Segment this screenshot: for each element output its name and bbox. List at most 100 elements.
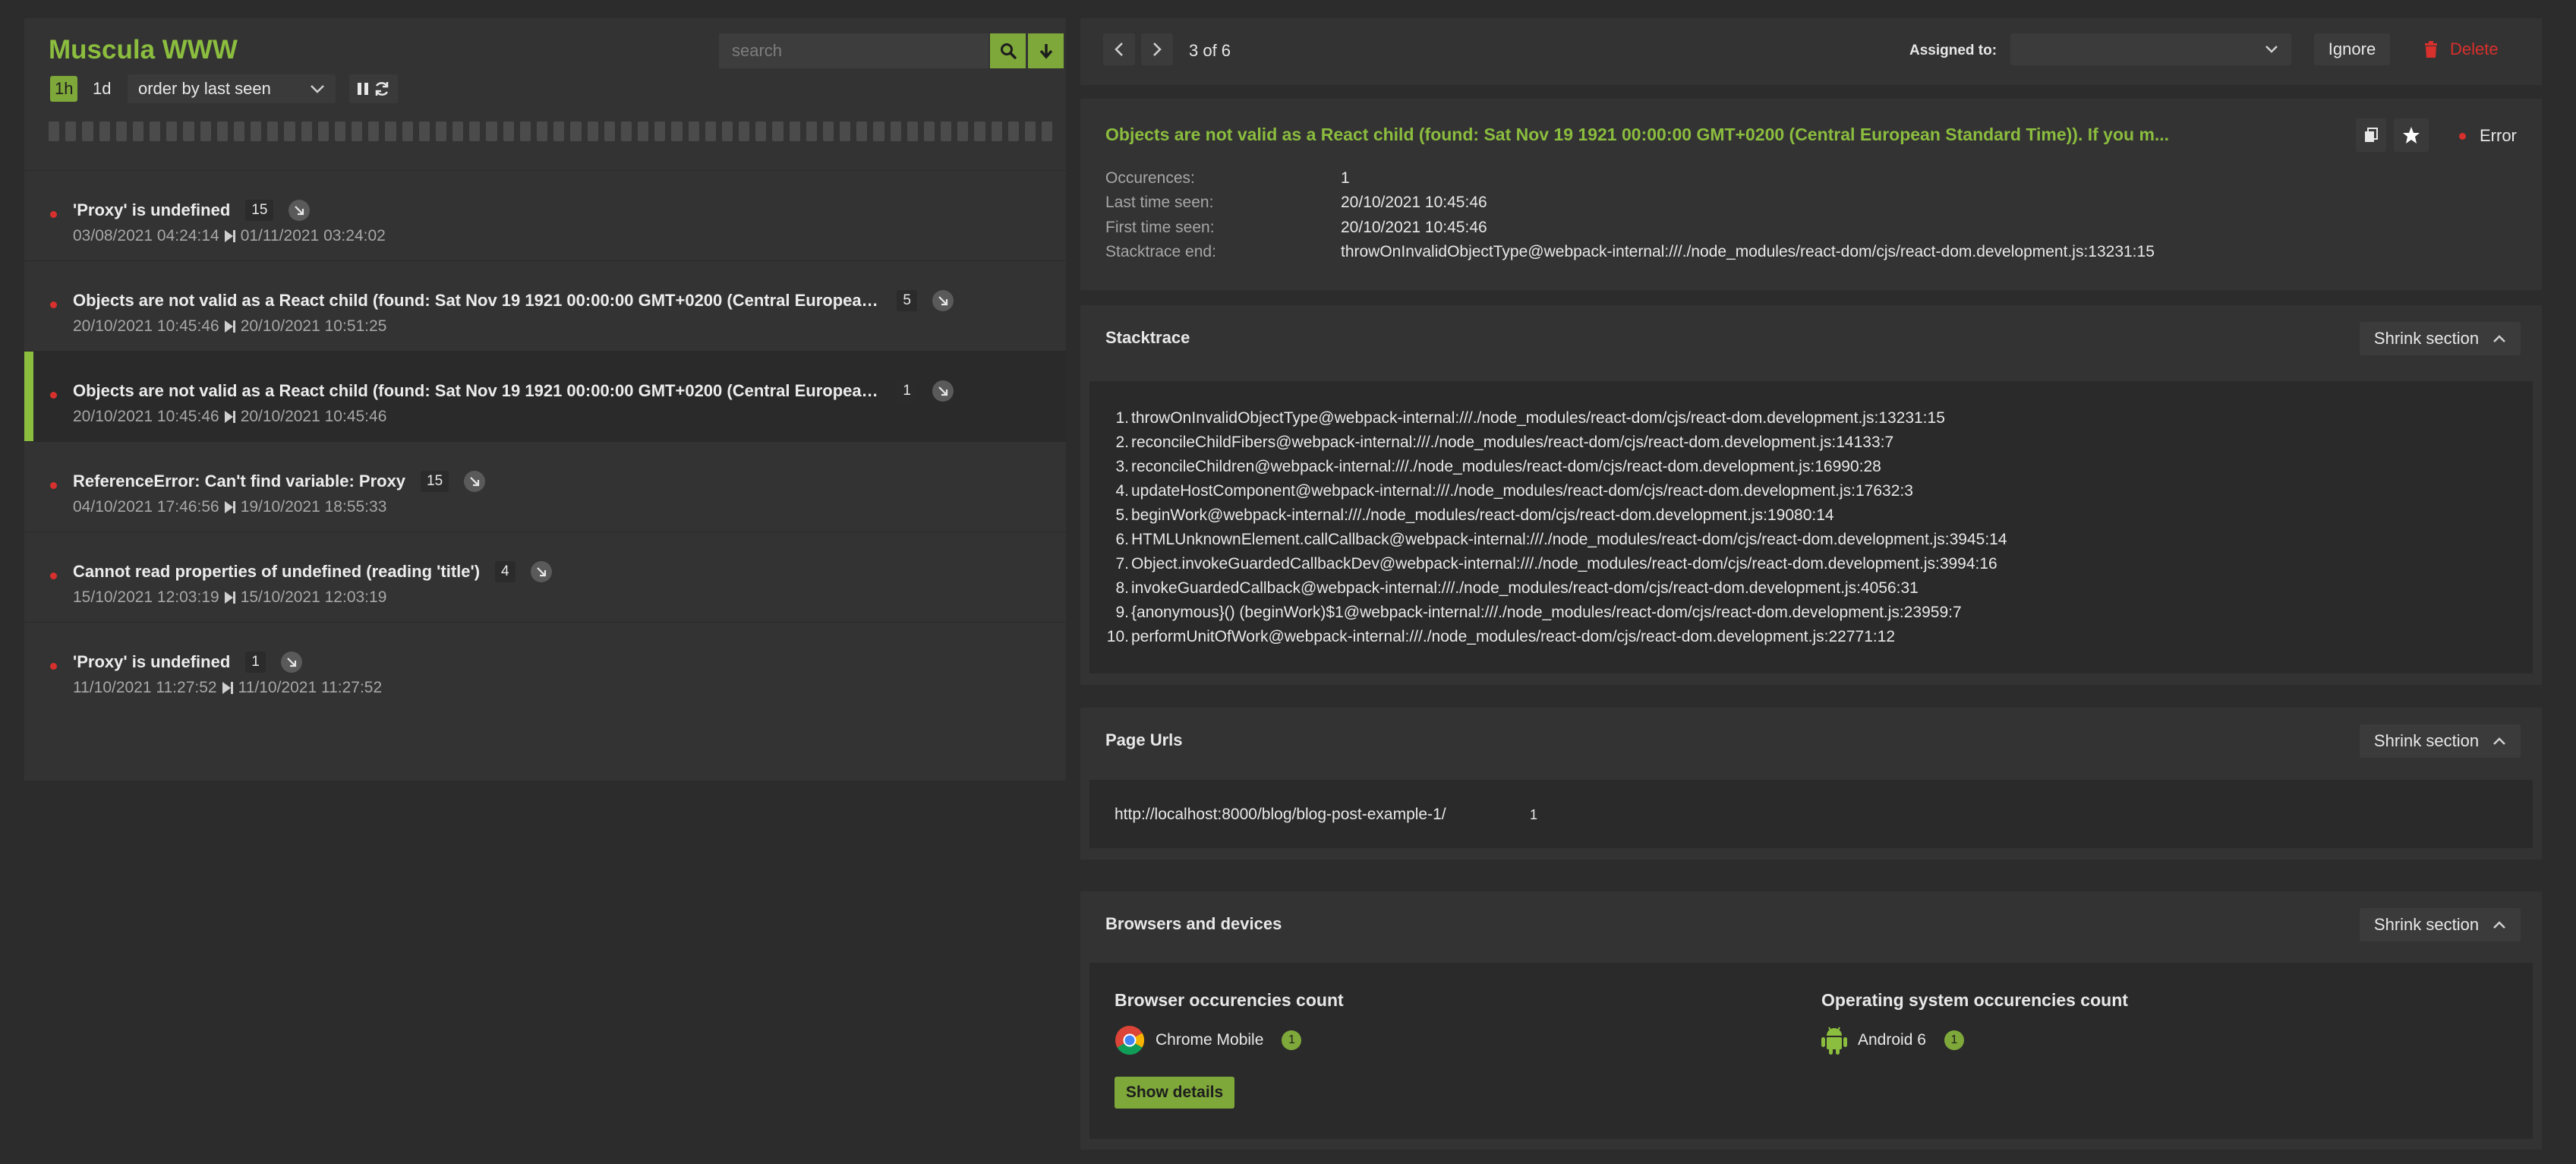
- chevron-right-icon: [1153, 43, 1162, 56]
- shrink-label: Shrink section: [2373, 329, 2480, 348]
- range-1h-button[interactable]: 1h: [50, 76, 78, 102]
- stacktrace-box: throwOnInvalidObjectType@webpack-interna…: [1089, 381, 2533, 673]
- order-select-value: order by last seen: [138, 79, 271, 98]
- arrow-down-right-icon[interactable]: [932, 290, 954, 311]
- timeline-block: [150, 121, 161, 141]
- arrow-down-right-icon[interactable]: [280, 651, 302, 673]
- first-seen-date: 20/10/2021 10:45:46: [73, 408, 219, 425]
- os-count-badge: 1: [1944, 1030, 1964, 1050]
- meta-key: First time seen:: [1105, 219, 1215, 236]
- issue-row-dates: 04/10/2021 17:46:56 19/10/2021 18:55:33: [73, 498, 386, 516]
- order-select[interactable]: order by last seen: [128, 74, 336, 103]
- section-title: Browsers and devices: [1105, 914, 1282, 933]
- last-seen-date: 15/10/2021 12:03:19: [240, 588, 387, 606]
- arrow-down-right-icon[interactable]: [932, 380, 954, 402]
- os-count-heading: Operating system occurencies count: [1821, 990, 2128, 1010]
- issue-row[interactable]: Cannot read properties of undefined (rea…: [24, 532, 1066, 622]
- search-input[interactable]: [719, 33, 988, 68]
- issue-row-title-wrap: Objects are not valid as a React child (…: [73, 380, 954, 402]
- timeline-block: [334, 121, 346, 141]
- timeline-block: [452, 121, 464, 141]
- next-issue-button[interactable]: [1141, 33, 1173, 65]
- download-button[interactable]: [1028, 33, 1064, 68]
- timeline-block: [486, 121, 497, 141]
- shrink-label: Shrink section: [2373, 731, 2480, 750]
- browser-item: Chrome Mobile 1: [1115, 1025, 1302, 1055]
- shrink-section-button[interactable]: Shrink section: [2360, 724, 2521, 758]
- timeline-block: [183, 121, 194, 141]
- chevron-left-icon: [1115, 43, 1123, 56]
- favorite-button[interactable]: [2394, 118, 2429, 152]
- last-seen-date: 20/10/2021 10:51:25: [240, 317, 387, 335]
- stacktrace-frame: reconcileChildren@webpack-internal:///./…: [1089, 455, 1881, 479]
- meta-value: 20/10/2021 10:45:46: [1341, 219, 1487, 236]
- ignore-button[interactable]: Ignore: [2314, 33, 2390, 65]
- activity-timeline: [49, 121, 1053, 141]
- range-arrow-icon: [224, 411, 235, 423]
- pagination-text: 3 of 6: [1189, 41, 1231, 60]
- android-icon: [1821, 1027, 1847, 1055]
- arrow-down-right-icon[interactable]: [530, 561, 552, 582]
- timeline-block: [620, 121, 632, 141]
- previous-issue-button[interactable]: [1103, 33, 1135, 65]
- issue-list-panel: Muscula WWW 1h 1d order by last seen 'Pr…: [24, 18, 1066, 781]
- stacktrace-frame: Object.invokeGuardedCallbackDev@webpack-…: [1089, 552, 1997, 576]
- shrink-section-button[interactable]: Shrink section: [2360, 322, 2521, 355]
- os-item: Android 6 1: [1821, 1025, 1964, 1055]
- trash-icon: [2425, 41, 2437, 58]
- refresh-icon[interactable]: [374, 80, 390, 97]
- timeline-block: [890, 121, 901, 141]
- issue-count-badge: 1: [897, 380, 917, 402]
- issue-row[interactable]: 'Proxy' is undefined 1 11/10/2021 11:27:52…: [24, 622, 1066, 712]
- assigned-to-select[interactable]: [2010, 33, 2291, 65]
- shrink-label: Shrink section: [2373, 915, 2480, 934]
- chevron-down-icon: [2265, 46, 2278, 53]
- timeline-block: [267, 121, 279, 141]
- error-dot-icon: [2459, 132, 2466, 140]
- stacktrace-list: throwOnInvalidObjectType@webpack-interna…: [1089, 406, 2533, 649]
- issue-row[interactable]: 'Proxy' is undefined 15 03/08/2021 04:24:1…: [24, 170, 1066, 260]
- issue-count-badge: 15: [245, 200, 274, 221]
- pause-icon[interactable]: [357, 82, 369, 96]
- timeline-block: [166, 121, 178, 141]
- issue-row[interactable]: Objects are not valid as a React child (…: [24, 351, 1066, 441]
- delete-button[interactable]: Delete: [2424, 33, 2499, 65]
- selected-indicator: [24, 352, 33, 441]
- page-url-link[interactable]: http://localhost:8000/blog/blog-post-exa…: [1115, 806, 1446, 824]
- range-1d-button[interactable]: 1d: [88, 76, 115, 102]
- range-arrow-icon: [224, 591, 235, 604]
- stacktrace-frame: {anonymous}() (beginWork)$1@webpack-inte…: [1089, 601, 1962, 625]
- issue-row-title: Cannot read properties of undefined (rea…: [73, 562, 481, 581]
- issue-row-title: ReferenceError: Can't find variable: Pro…: [73, 472, 406, 491]
- stacktrace-frame: performUnitOfWork@webpack-internal:///./…: [1089, 625, 1896, 649]
- arrow-down-right-icon[interactable]: [288, 200, 311, 221]
- first-seen-date: 20/10/2021 10:45:46: [73, 317, 219, 335]
- issue-row-title-wrap: Objects are not valid as a React child (…: [73, 290, 954, 311]
- copy-button[interactable]: [2356, 118, 2386, 152]
- stacktrace-frame: updateHostComponent@webpack-internal:///…: [1089, 479, 1913, 503]
- meta-key: Stacktrace end:: [1105, 243, 1216, 260]
- issue-title: Objects are not valid as a React child (…: [1105, 125, 2170, 144]
- search-button[interactable]: [990, 33, 1026, 68]
- show-details-button[interactable]: Show details: [1115, 1077, 1234, 1109]
- timeline-block: [82, 121, 93, 141]
- first-seen-date: 11/10/2021 11:27:52: [73, 679, 217, 696]
- issue-row[interactable]: Objects are not valid as a React child (…: [24, 260, 1066, 351]
- last-seen-date: 19/10/2021 18:55:33: [240, 498, 387, 516]
- timeline-block: [1042, 121, 1053, 141]
- timeline-block: [755, 121, 767, 141]
- timeline-block: [570, 121, 582, 141]
- last-seen-date: 01/11/2021 03:24:02: [240, 227, 386, 244]
- pause-refresh-controls[interactable]: [349, 74, 398, 103]
- arrow-down-right-icon[interactable]: [464, 471, 486, 492]
- meta-key: Last time seen:: [1105, 194, 1214, 211]
- timeline-block: [251, 121, 262, 141]
- timeline-block: [216, 121, 228, 141]
- app-title: Muscula WWW: [49, 35, 238, 65]
- shrink-section-button[interactable]: Shrink section: [2360, 908, 2521, 942]
- timeline-block: [654, 121, 666, 141]
- timeline-block: [536, 121, 548, 141]
- issue-row[interactable]: ReferenceError: Can't find variable: Pro…: [24, 441, 1066, 532]
- issue-row-dates: 15/10/2021 12:03:19 15/10/2021 12:03:19: [73, 588, 386, 607]
- meta-occurences: Occurences: 1: [1105, 169, 1350, 188]
